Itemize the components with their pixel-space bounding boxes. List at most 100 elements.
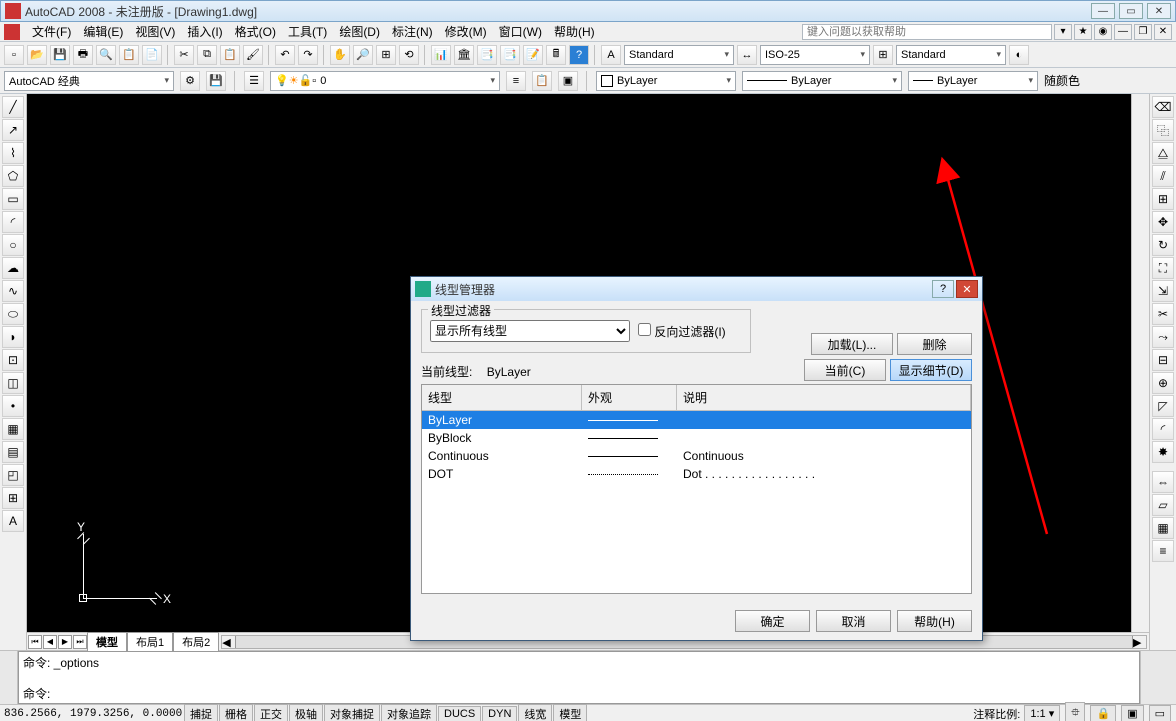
col-linetype[interactable]: 线型 <box>422 385 582 410</box>
copy-obj-icon[interactable]: ⿻ <box>1152 119 1174 141</box>
layer-state-icon[interactable]: 📋 <box>532 71 552 91</box>
table-icon[interactable]: ⊞ <box>2 487 24 509</box>
zoom-rt-icon[interactable]: 🔎 <box>353 45 373 65</box>
menu-draw[interactable]: 绘图(D) <box>333 21 386 42</box>
dimstyle-combo[interactable]: ISO-25▾ <box>760 45 870 65</box>
dialog-titlebar[interactable]: 线型管理器 ? ✕ <box>411 277 982 301</box>
mode-ortho[interactable]: 正交 <box>254 704 288 721</box>
color-combo[interactable]: ByLayer▾ <box>596 71 736 91</box>
ellipse-arc-icon[interactable]: ◗ <box>2 326 24 348</box>
menu-view[interactable]: 视图(V) <box>129 21 181 42</box>
cmd-scrollbar[interactable] <box>1140 651 1158 704</box>
region-icon[interactable]: ◰ <box>2 464 24 486</box>
vertical-scrollbar[interactable] <box>1131 94 1149 632</box>
mtext-icon[interactable]: A <box>2 510 24 532</box>
menu-format[interactable]: 格式(O) <box>229 21 282 42</box>
match-icon[interactable]: 🖌 <box>243 45 263 65</box>
menu-dimension[interactable]: 标注(N) <box>386 21 439 42</box>
current-button[interactable]: 当前(C) <box>804 359 886 381</box>
tab-last-icon[interactable]: ⏭ <box>73 635 87 649</box>
dcenter-icon[interactable]: 🏛 <box>454 45 474 65</box>
col-appearance[interactable]: 外观 <box>582 385 677 410</box>
load-button[interactable]: 加载(L)... <box>811 333 893 355</box>
scale-icon[interactable]: ⛶ <box>1152 257 1174 279</box>
mode-grid[interactable]: 栅格 <box>219 704 253 721</box>
block-icon[interactable]: ◫ <box>2 372 24 394</box>
workspace-save-icon[interactable]: 💾 <box>206 71 226 91</box>
linetype-list[interactable]: 线型 外观 说明 ByLayer ByBlock Continuous <box>421 384 972 594</box>
trim-icon[interactable]: ✂ <box>1152 303 1174 325</box>
break-icon[interactable]: ⊟ <box>1152 349 1174 371</box>
list-row[interactable]: ByBlock <box>422 429 971 447</box>
print-icon[interactable]: 🖶 <box>73 45 93 65</box>
join-icon[interactable]: ⊕ <box>1152 372 1174 394</box>
gradient-icon[interactable]: ▤ <box>2 441 24 463</box>
mirror-icon[interactable]: ⧋ <box>1152 142 1174 164</box>
workspace-combo[interactable]: AutoCAD 经典▾ <box>4 71 174 91</box>
filter-combo[interactable]: 显示所有线型 <box>430 320 630 342</box>
tab-model[interactable]: 模型 <box>87 632 127 652</box>
tab-next-icon[interactable]: ▶ <box>58 635 72 649</box>
mode-otrack[interactable]: 对象追踪 <box>381 704 437 721</box>
dimstyle-icon[interactable]: ↔ <box>737 45 757 65</box>
anno-auto-icon[interactable]: 🔒 <box>1090 705 1116 721</box>
list-icon[interactable]: ≡ <box>1152 540 1174 562</box>
layer-combo[interactable]: 💡☀🔓▫0▾ <box>270 71 500 91</box>
command-input[interactable]: 命令: _options 命令: <box>18 651 1140 704</box>
menu-help[interactable]: 帮助(H) <box>548 21 601 42</box>
mode-model[interactable]: 模型 <box>553 704 587 721</box>
explode-icon[interactable]: ✸ <box>1152 441 1174 463</box>
workspace-settings-icon[interactable]: ⚙ <box>180 71 200 91</box>
layer-props-icon[interactable]: ☰ <box>244 71 264 91</box>
erase-icon[interactable]: ⌫ <box>1152 96 1174 118</box>
dialog-help-button[interactable]: ? <box>932 280 954 298</box>
undo-icon[interactable]: ↶ <box>275 45 295 65</box>
help-icon[interactable]: ? <box>569 45 589 65</box>
line-icon[interactable]: ╱ <box>2 96 24 118</box>
copy-icon[interactable]: ⧉ <box>197 45 217 65</box>
save-icon[interactable]: 💾 <box>50 45 70 65</box>
mode-polar[interactable]: 极轴 <box>289 704 323 721</box>
plot-icon[interactable]: 📄 <box>142 45 162 65</box>
redo-icon[interactable]: ↷ <box>298 45 318 65</box>
textstyle-icon[interactable]: A <box>601 45 621 65</box>
help-button[interactable]: 帮助(H) <box>897 610 972 632</box>
cancel-button[interactable]: 取消 <box>816 610 891 632</box>
rotate-icon[interactable]: ↻ <box>1152 234 1174 256</box>
cline-icon[interactable]: ↗ <box>2 119 24 141</box>
mleader-icon[interactable]: ◐ <box>1009 45 1029 65</box>
mode-ducs[interactable]: DUCS <box>438 706 481 721</box>
area-icon[interactable]: ▱ <box>1152 494 1174 516</box>
mode-lwt[interactable]: 线宽 <box>518 704 552 721</box>
mode-dyn[interactable]: DYN <box>482 706 517 721</box>
menu-insert[interactable]: 插入(I) <box>181 21 228 42</box>
sheet-icon[interactable]: 📑 <box>500 45 520 65</box>
menu-tools[interactable]: 工具(T) <box>282 21 333 42</box>
rect-icon[interactable]: ▭ <box>2 188 24 210</box>
circle-icon[interactable]: ○ <box>2 234 24 256</box>
col-description[interactable]: 说明 <box>677 385 971 410</box>
tablestyle-icon[interactable]: ⊞ <box>873 45 893 65</box>
coords-display[interactable]: 836.2566, 1979.3256, 0.0000 <box>4 708 184 720</box>
status-tray-icon[interactable]: ▣ <box>1121 705 1143 721</box>
maximize-button[interactable]: ▭ <box>1119 3 1143 19</box>
anno-vis-icon[interactable]: ⯐ <box>1065 702 1085 721</box>
revcloud-icon[interactable]: ☁ <box>2 257 24 279</box>
hatch-icon[interactable]: ▦ <box>2 418 24 440</box>
anno-scale-combo[interactable]: 1:1 ▾ <box>1024 705 1060 721</box>
zoom-prev-icon[interactable]: ⟲ <box>399 45 419 65</box>
cut-icon[interactable]: ✂ <box>174 45 194 65</box>
clean-screen-icon[interactable]: ▭ <box>1149 705 1171 721</box>
tab-prev-icon[interactable]: ◀ <box>43 635 57 649</box>
extend-icon[interactable]: ⤳ <box>1152 326 1174 348</box>
tab-first-icon[interactable]: ⏮ <box>28 635 42 649</box>
help-star-icon[interactable]: ★ <box>1074 24 1092 40</box>
doc-close-button[interactable]: ✕ <box>1154 24 1172 40</box>
toolpal-icon[interactable]: 📑 <box>477 45 497 65</box>
zoom-win-icon[interactable]: ⊞ <box>376 45 396 65</box>
move-icon[interactable]: ✥ <box>1152 211 1174 233</box>
delete-button[interactable]: 删除 <box>897 333 972 355</box>
menu-edit[interactable]: 编辑(E) <box>77 21 129 42</box>
close-button[interactable]: ✕ <box>1147 3 1171 19</box>
linetype-combo[interactable]: ByLayer▾ <box>742 71 902 91</box>
